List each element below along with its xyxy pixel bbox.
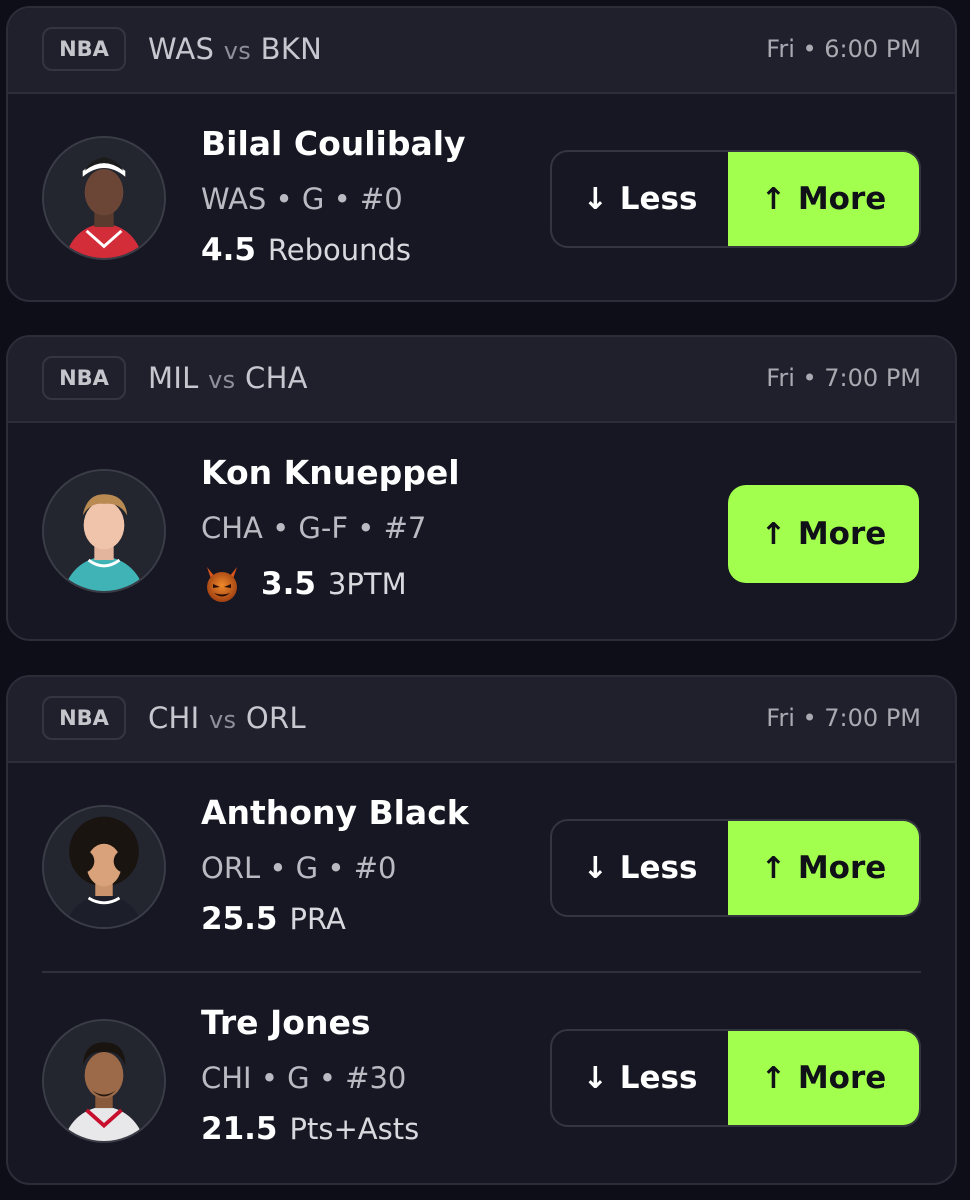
arrow-up-icon: ↑ <box>760 850 786 886</box>
line-stat: PRA <box>289 902 346 936</box>
player-name: Anthony Black <box>201 793 469 832</box>
avatar <box>42 1019 166 1143</box>
player-line: 3.5 3PTM <box>201 563 407 605</box>
more-label: More <box>797 516 887 552</box>
player-name: Kon Knueppel <box>201 453 460 492</box>
line-value: 3.5 <box>261 566 316 602</box>
league-badge: NBA <box>42 27 126 71</box>
player-row[interactable]: Anthony Black ORL • G • #0 25.5 PRA ↓ Le… <box>8 763 955 973</box>
less-label: Less <box>619 181 698 217</box>
line-stat: Pts+Asts <box>289 1112 420 1146</box>
matchup: MIL vs CHA <box>148 361 308 395</box>
more-label: More <box>797 1060 887 1096</box>
game-time: Fri • 7:00 PM <box>766 364 921 392</box>
less-button[interactable]: ↓ Less <box>552 821 728 915</box>
team-b: CHA <box>245 361 308 395</box>
avatar <box>42 136 166 260</box>
player-row[interactable]: Tre Jones CHI • G • #30 21.5 Pts+Asts ↓ … <box>8 973 955 1183</box>
less-button[interactable]: ↓ Less <box>552 152 728 246</box>
player-line: 25.5 PRA <box>201 901 346 937</box>
matchup: WAS vs BKN <box>148 32 322 66</box>
pick-group: ↓ Less ↑ More <box>550 819 921 917</box>
game-card: NBA WAS vs BKN Fri • 6:00 PM Bilal Couli… <box>6 6 957 302</box>
vs-label: vs <box>208 366 236 394</box>
player-line: 4.5 Rebounds <box>201 232 411 268</box>
team-a: CHI <box>148 701 200 735</box>
game-header: NBA WAS vs BKN Fri • 6:00 PM <box>8 8 955 94</box>
game-header: NBA MIL vs CHA Fri • 7:00 PM <box>8 337 955 423</box>
more-button[interactable]: ↑ More <box>728 152 919 246</box>
game-card: NBA CHI vs ORL Fri • 7:00 PM Anthony Bla… <box>6 675 957 1185</box>
player-line: 21.5 Pts+Asts <box>201 1111 419 1147</box>
team-a: MIL <box>148 361 199 395</box>
player-meta: CHI • G • #30 <box>201 1061 407 1095</box>
arrow-up-icon: ↑ <box>760 181 786 217</box>
game-card: NBA MIL vs CHA Fri • 7:00 PM Kon Knueppe… <box>6 335 957 641</box>
avatar <box>42 805 166 929</box>
more-button[interactable]: ↑ More <box>728 485 919 583</box>
less-label: Less <box>619 1060 698 1096</box>
player-row[interactable]: Bilal Coulibaly WAS • G • #0 4.5 Rebound… <box>8 94 955 300</box>
player-meta: CHA • G-F • #7 <box>201 511 427 545</box>
line-stat: Rebounds <box>267 233 412 267</box>
league-badge: NBA <box>42 696 126 740</box>
player-row[interactable]: Kon Knueppel CHA • G-F • #7 3.5 3PTM ↑ M… <box>8 423 955 633</box>
more-label: More <box>797 850 887 886</box>
pick-group: ↑ More <box>728 485 921 583</box>
game-header: NBA CHI vs ORL Fri • 7:00 PM <box>8 677 955 763</box>
arrow-down-icon: ↓ <box>582 1060 608 1096</box>
player-meta: ORL • G • #0 <box>201 851 397 885</box>
matchup: CHI vs ORL <box>148 701 306 735</box>
demon-icon <box>201 563 243 605</box>
player-meta: WAS • G • #0 <box>201 182 403 216</box>
team-b: ORL <box>245 701 306 735</box>
vs-label: vs <box>223 37 252 65</box>
line-value: 21.5 <box>201 1111 278 1147</box>
more-label: More <box>797 181 887 217</box>
line-value: 25.5 <box>201 901 278 937</box>
more-button[interactable]: ↑ More <box>728 821 919 915</box>
player-name: Tre Jones <box>201 1003 371 1042</box>
avatar <box>42 469 166 593</box>
game-time: Fri • 7:00 PM <box>766 704 921 732</box>
arrow-up-icon: ↑ <box>760 516 786 552</box>
league-badge: NBA <box>42 356 126 400</box>
arrow-up-icon: ↑ <box>760 1060 786 1096</box>
pick-group: ↓ Less ↑ More <box>550 150 921 248</box>
game-time: Fri • 6:00 PM <box>766 35 921 63</box>
team-b: BKN <box>260 32 323 66</box>
more-button[interactable]: ↑ More <box>728 1031 919 1125</box>
arrow-down-icon: ↓ <box>582 850 608 886</box>
team-a: WAS <box>148 32 215 66</box>
vs-label: vs <box>209 706 237 734</box>
pick-group: ↓ Less ↑ More <box>550 1029 921 1127</box>
less-label: Less <box>619 850 698 886</box>
player-name: Bilal Coulibaly <box>201 124 466 163</box>
arrow-down-icon: ↓ <box>582 181 608 217</box>
less-button[interactable]: ↓ Less <box>552 1031 728 1125</box>
line-stat: 3PTM <box>327 567 407 601</box>
line-value: 4.5 <box>201 232 256 268</box>
